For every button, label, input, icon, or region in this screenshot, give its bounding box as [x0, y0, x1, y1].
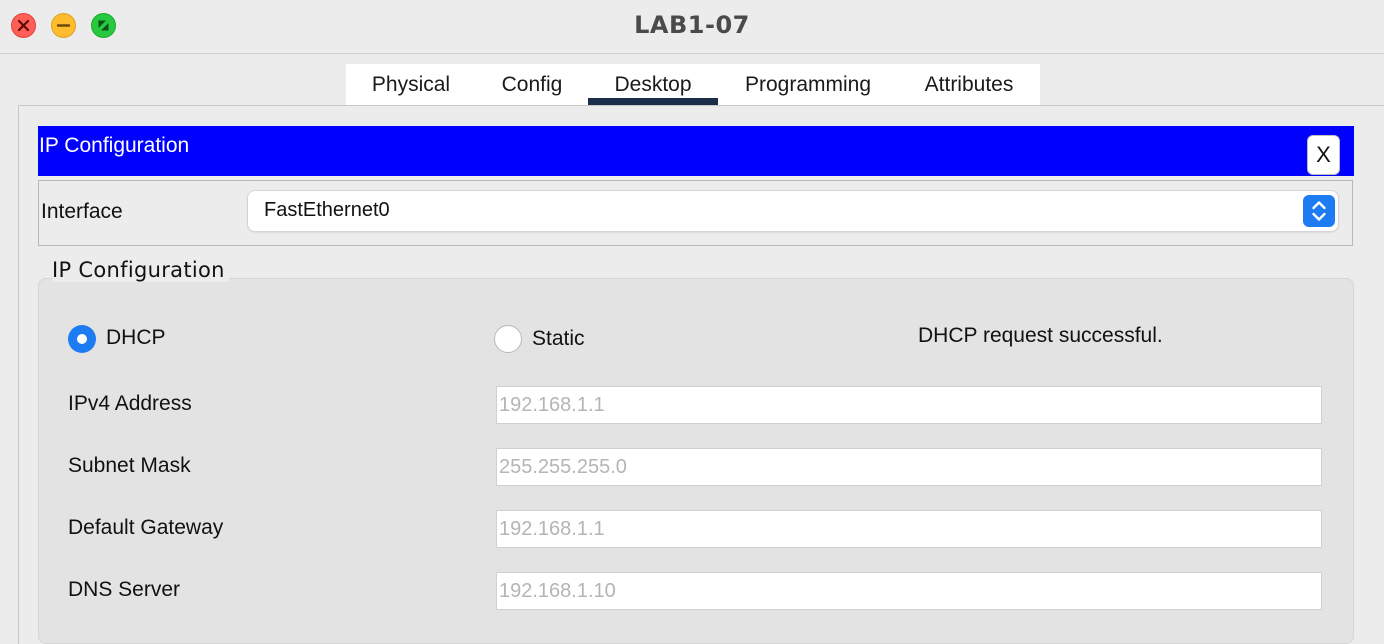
ip-config-header: IP Configuration — [38, 126, 1354, 176]
tab-config[interactable]: Config — [476, 64, 588, 106]
static-radio[interactable] — [494, 325, 522, 353]
chevron-updown-icon — [1312, 201, 1326, 221]
tab-programming[interactable]: Programming — [718, 64, 898, 106]
dhcp-radio-label[interactable]: DHCP — [106, 326, 166, 350]
tab-attributes[interactable]: Attributes — [898, 64, 1040, 106]
dns-server-label: DNS Server — [68, 578, 181, 601]
tab-physical[interactable]: Physical — [346, 64, 476, 106]
dhcp-radio[interactable] — [68, 325, 96, 353]
dhcp-status-text: DHCP request successful. — [918, 324, 1163, 347]
tab-desktop[interactable]: Desktop — [588, 64, 718, 106]
window-title: LAB1-07 — [634, 11, 750, 39]
interface-row: Interface FastEthernet0 — [38, 180, 1353, 246]
dns-server-field[interactable]: 192.168.1.10 — [496, 572, 1322, 610]
default-gateway-field[interactable]: 192.168.1.1 — [496, 510, 1322, 548]
interface-label: Interface — [41, 200, 123, 223]
static-radio-label[interactable]: Static — [532, 327, 585, 351]
ip-config-title: IP Configuration — [39, 134, 190, 157]
interface-dropdown-button[interactable] — [1303, 195, 1335, 227]
ipv4-address-field[interactable]: 192.168.1.1 — [496, 386, 1322, 424]
default-gateway-label: Default Gateway — [68, 516, 224, 539]
ipv4-address-label: IPv4 Address — [68, 392, 192, 415]
subnet-mask-label: Subnet Mask — [68, 454, 191, 477]
ip-config-group-legend: IP Configuration — [52, 258, 229, 282]
interface-selected-value: FastEthernet0 — [264, 199, 390, 221]
interface-select[interactable]: FastEthernet0 — [248, 191, 1338, 231]
window-titlebar: LAB1-07 — [0, 0, 1384, 54]
subnet-mask-field[interactable]: 255.255.255.0 — [496, 448, 1322, 486]
close-ip-config-button[interactable]: X — [1307, 135, 1340, 175]
tab-bar: Physical Config Desktop Programming Attr… — [346, 64, 1040, 106]
